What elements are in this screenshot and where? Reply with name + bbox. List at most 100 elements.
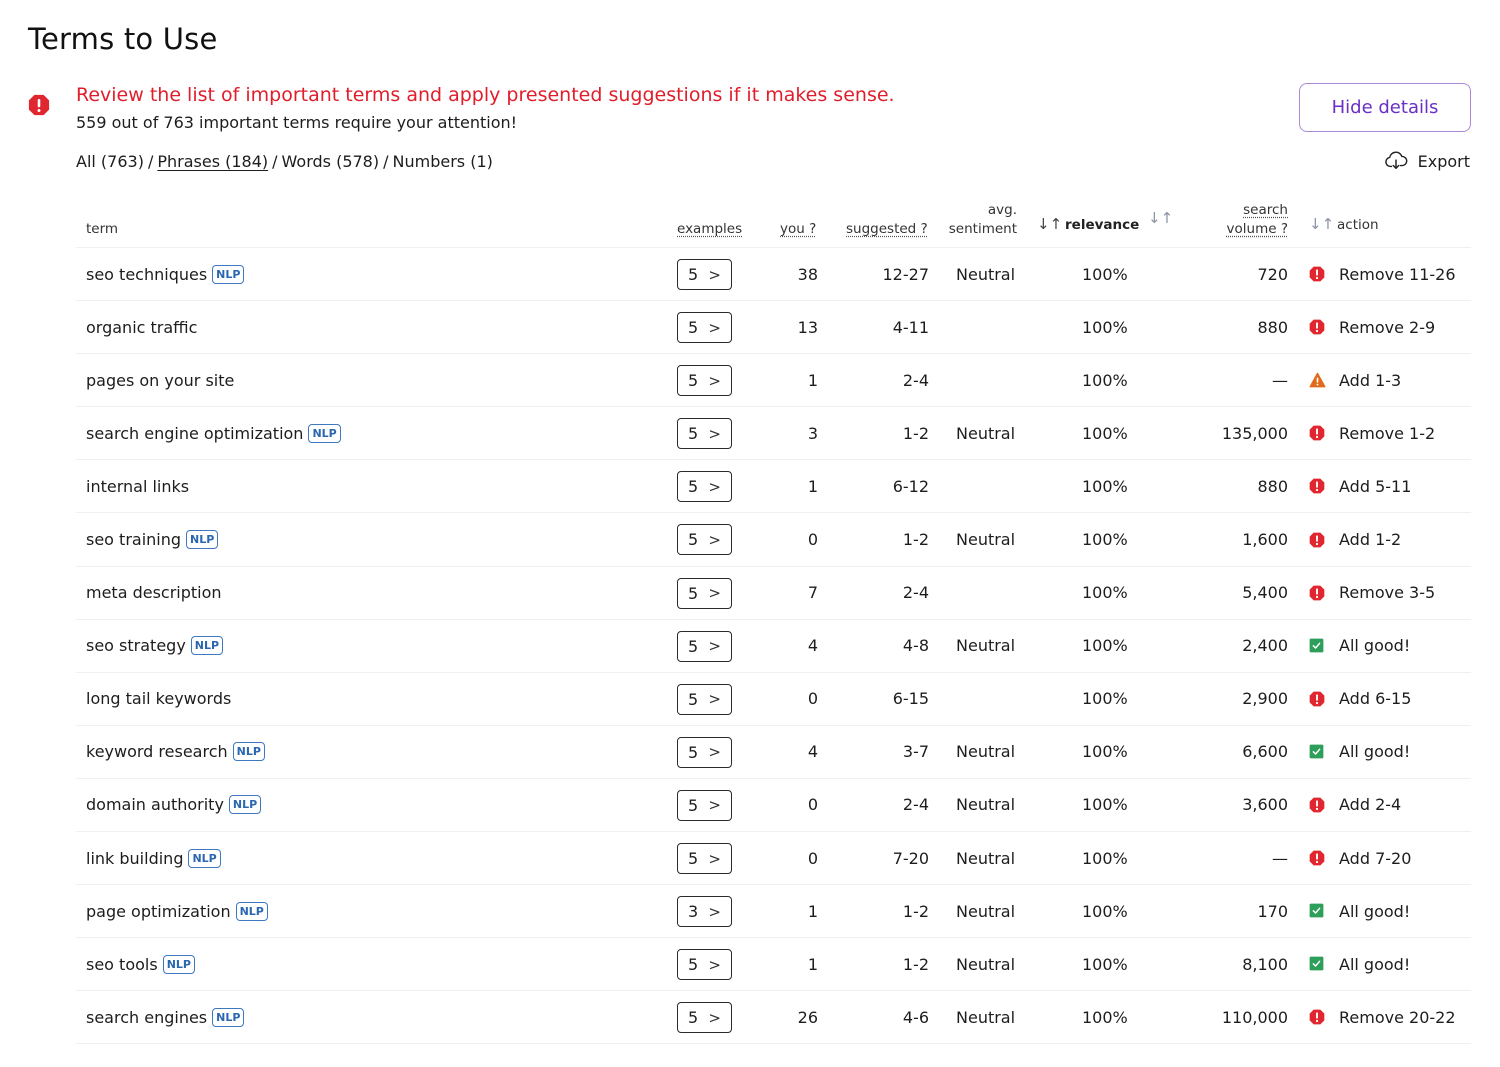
sort-action-icon[interactable]: ↓↑	[1309, 215, 1334, 233]
avg-sentiment: Neutral	[956, 423, 1016, 443]
term-label[interactable]: seo techniques	[86, 265, 207, 284]
chevron-right-icon: >	[708, 902, 721, 921]
relevance-value: 100%	[1082, 476, 1128, 496]
col-suggested[interactable]: suggested ?	[846, 220, 928, 239]
filter-all[interactable]: All (763)	[76, 152, 144, 171]
action-cell: Add 2-4	[1309, 779, 1401, 831]
nlp-badge: NLP	[235, 901, 268, 921]
examples-count: 5	[688, 955, 699, 975]
col-volume-line1[interactable]: search	[1243, 201, 1288, 220]
hide-details-button[interactable]: Hide details	[1299, 83, 1471, 132]
term-cell: long tail keywords	[86, 673, 231, 725]
you-count: 1	[807, 901, 818, 921]
examples-button[interactable]: 5 >	[677, 259, 732, 290]
table-row: keyword research NLP 5 > 4 3-7 Neutral 1…	[76, 726, 1471, 779]
examples-button[interactable]: 5 >	[677, 1002, 732, 1034]
relevance-value: 100%	[1082, 1007, 1128, 1027]
term-label[interactable]: page optimization	[86, 902, 231, 921]
examples-button[interactable]: 5 >	[677, 949, 732, 981]
table-row: search engines NLP 5 > 26 4-6 Neutral 10…	[76, 991, 1471, 1045]
action-label: Add 2-4	[1339, 795, 1402, 815]
sort-relevance-icon[interactable]: ↓↑	[1037, 215, 1062, 233]
suggested-range: 2-4	[902, 370, 929, 390]
term-label[interactable]: keyword research	[86, 742, 228, 761]
term-label[interactable]: seo tools	[86, 955, 158, 974]
action-cell: Add 1-3	[1309, 354, 1401, 406]
chevron-right-icon: >	[708, 1008, 721, 1027]
examples-button[interactable]: 5 >	[677, 577, 732, 609]
chevron-right-icon: >	[708, 584, 721, 603]
examples-button[interactable]: 5 >	[677, 312, 732, 344]
suggested-range: 4-6	[902, 1007, 929, 1027]
relevance-value: 100%	[1082, 423, 1128, 443]
term-cell: domain authority NLP	[86, 779, 262, 831]
sort-volume-icon[interactable]: ↓↑	[1148, 209, 1173, 227]
filter-words[interactable]: Words (578)	[282, 152, 380, 171]
you-count: 4	[807, 636, 818, 656]
examples-count: 5	[688, 530, 699, 550]
term-label[interactable]: internal links	[86, 477, 189, 496]
term-label[interactable]: pages on your site	[86, 371, 234, 390]
term-label[interactable]: search engines	[86, 1008, 207, 1027]
col-volume-line2[interactable]: volume ?	[1227, 220, 1288, 239]
term-label[interactable]: seo strategy	[86, 636, 186, 655]
action-label: Remove 3-5	[1339, 583, 1436, 603]
table-body: seo techniques NLP 5 > 38 12-27 Neutral …	[76, 248, 1471, 1045]
term-label[interactable]: organic traffic	[86, 318, 197, 337]
suggested-range: 12-27	[882, 264, 930, 284]
examples-count: 5	[688, 371, 699, 391]
search-volume: 8,100	[1242, 954, 1288, 974]
nlp-badge: NLP	[212, 264, 245, 284]
warning-triangle-icon	[1309, 372, 1326, 388]
examples-count: 5	[688, 689, 699, 709]
examples-button[interactable]: 5 >	[677, 683, 732, 715]
examples-button[interactable]: 5 >	[677, 365, 732, 397]
you-count: 7	[807, 583, 818, 603]
error-octagon-icon	[1309, 532, 1325, 548]
nlp-badge: NLP	[190, 636, 224, 656]
you-count: 1	[807, 370, 818, 390]
search-volume: 5,400	[1242, 583, 1288, 603]
examples-button[interactable]: 5 >	[677, 789, 732, 821]
cloud-download-icon	[1384, 151, 1408, 169]
examples-button[interactable]: 5 >	[677, 843, 732, 875]
examples-button[interactable]: 5 >	[677, 630, 732, 662]
examples-button[interactable]: 5 >	[677, 524, 732, 556]
term-type-filters: All (763) / Phrases (184) / Words (578) / Numb…	[76, 152, 493, 171]
term-label[interactable]: meta description	[86, 583, 222, 602]
table-row: internal links 5 > 1 6-12 100% 880 Add 5…	[76, 460, 1471, 514]
action-label: All good!	[1339, 901, 1411, 921]
error-octagon-icon	[1309, 425, 1325, 441]
relevance-value: 100%	[1082, 583, 1128, 603]
term-label[interactable]: domain authority	[86, 795, 224, 814]
col-relevance[interactable]: relevance	[1065, 216, 1139, 235]
term-label[interactable]: seo training	[86, 530, 181, 549]
examples-button[interactable]: 5 >	[677, 418, 732, 450]
action-cell: Add 6-15	[1309, 673, 1411, 725]
action-label: Add 1-3	[1339, 370, 1402, 390]
alert-title: Review the list of important terms and a…	[76, 84, 895, 106]
term-label[interactable]: long tail keywords	[86, 689, 231, 708]
examples-button[interactable]: 3 >	[677, 896, 732, 928]
avg-sentiment: Neutral	[956, 1007, 1016, 1027]
filter-separator: /	[383, 152, 389, 171]
term-label[interactable]: link building	[86, 849, 183, 868]
term-cell: meta description	[86, 567, 222, 619]
examples-button[interactable]: 5 >	[677, 471, 732, 503]
export-button[interactable]: Export	[1384, 151, 1470, 171]
term-label[interactable]: search engine optimization	[86, 424, 303, 443]
chevron-right-icon: >	[708, 318, 721, 337]
table-header: term examples you ? suggested ? avg. sen…	[76, 195, 1471, 248]
chevron-right-icon: >	[708, 743, 721, 762]
filter-numbers[interactable]: Numbers (1)	[393, 152, 493, 171]
col-examples[interactable]: examples	[677, 220, 742, 239]
term-cell: seo techniques NLP	[86, 248, 245, 300]
term-cell: search engine optimization NLP	[86, 407, 341, 459]
examples-count: 3	[688, 902, 699, 922]
examples-button[interactable]: 5 >	[677, 736, 732, 768]
col-you[interactable]: you ?	[780, 220, 816, 239]
filter-phrases[interactable]: Phrases (184)	[157, 152, 268, 171]
examples-count: 5	[688, 477, 699, 497]
search-volume: 880	[1257, 317, 1288, 337]
table-row: long tail keywords 5 > 0 6-15 100% 2,900…	[76, 673, 1471, 726]
